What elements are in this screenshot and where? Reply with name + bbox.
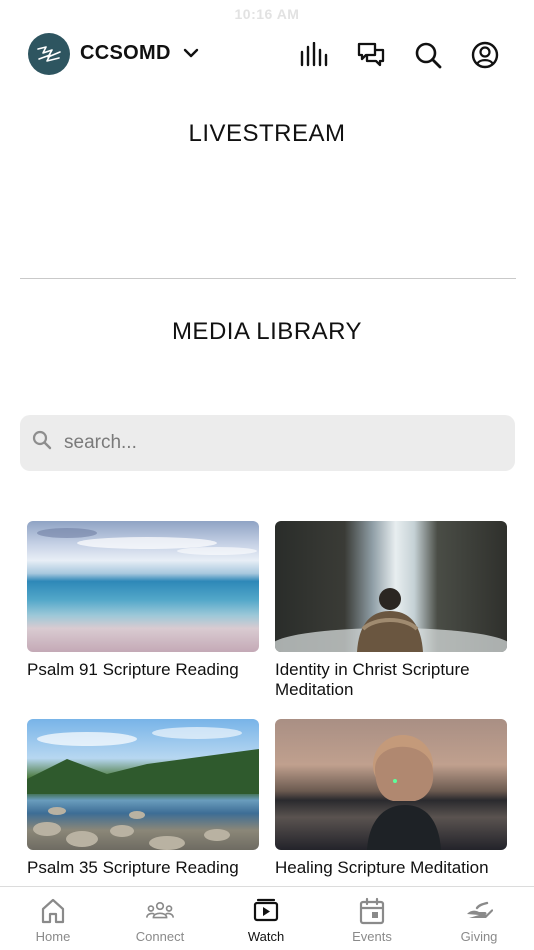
nav-item-connect[interactable]: Connect	[115, 897, 205, 944]
nav-item-watch[interactable]: Watch	[221, 897, 311, 944]
account-icon[interactable]	[470, 40, 500, 70]
media-thumbnail[interactable]	[275, 719, 507, 850]
media-title[interactable]: Identity in Christ Scripture Meditation	[275, 660, 507, 700]
media-thumbnail[interactable]	[275, 521, 507, 652]
media-card[interactable]: Psalm 35 Scripture Reading	[27, 719, 259, 878]
status-bar-time: 10:16 AM	[234, 6, 300, 22]
nav-label: Watch	[247, 929, 285, 944]
people-icon	[146, 901, 174, 919]
church-logo[interactable]	[28, 33, 70, 75]
nav-item-home[interactable]: Home	[8, 897, 98, 944]
search-field-icon	[32, 430, 52, 450]
chevron-down-icon[interactable]	[182, 44, 200, 62]
home-icon	[41, 898, 65, 924]
section-divider	[20, 278, 516, 279]
livestream-title: LIVESTREAM	[188, 120, 346, 147]
media-title[interactable]: Psalm 91 Scripture Reading	[27, 660, 259, 680]
media-library-title: MEDIA LIBRARY	[171, 318, 363, 345]
audio-bars-icon[interactable]	[299, 40, 329, 70]
church-name[interactable]: CCSOMD	[80, 42, 171, 65]
bottom-nav: Home Connect Watch Events Giving	[0, 886, 534, 950]
nav-item-giving[interactable]: Giving	[434, 897, 524, 944]
nav-label: Giving	[460, 929, 498, 944]
media-title[interactable]: Psalm 35 Scripture Reading	[27, 858, 259, 878]
nav-label: Events	[352, 929, 392, 944]
search-box[interactable]	[20, 415, 515, 471]
nav-item-events[interactable]: Events	[327, 897, 417, 944]
nav-label: Home	[35, 929, 71, 944]
media-title[interactable]: Healing Scripture Meditation	[275, 858, 507, 878]
calendar-icon	[359, 897, 385, 925]
app-header: CCSOMD	[0, 30, 534, 78]
giving-hand-icon	[467, 901, 493, 918]
media-thumbnail[interactable]	[27, 521, 259, 652]
nav-label: Connect	[135, 929, 185, 944]
search-input[interactable]	[64, 425, 494, 461]
media-card[interactable]: Healing Scripture Meditation	[275, 719, 507, 878]
search-icon[interactable]	[413, 40, 443, 70]
church-logo-mark-icon	[37, 46, 61, 62]
play-icon	[253, 898, 279, 922]
media-card[interactable]: Identity in Christ Scripture Meditation	[275, 521, 507, 700]
media-card[interactable]: Psalm 91 Scripture Reading	[27, 521, 259, 680]
media-thumbnail[interactable]	[27, 719, 259, 850]
chat-icon[interactable]	[356, 40, 386, 70]
